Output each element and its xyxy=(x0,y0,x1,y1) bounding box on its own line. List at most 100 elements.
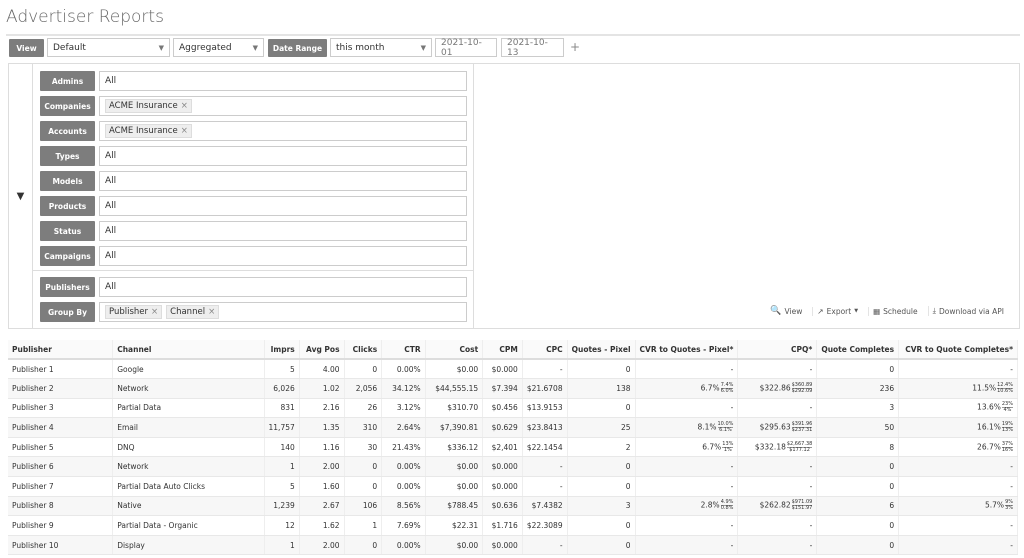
table-cell: Publisher 9 xyxy=(8,515,114,536)
filter-value: All xyxy=(105,226,117,236)
remove-tag-icon[interactable]: × xyxy=(208,307,215,317)
remove-tag-icon[interactable]: × xyxy=(181,126,188,136)
cell-value: - xyxy=(809,462,813,472)
table-row: Publisher 1 Google 5 4.00 0 0.00% $0.00 $0.000-… xyxy=(8,359,1018,380)
filter-input-models[interactable]: All xyxy=(99,171,467,191)
filter-input-campaigns[interactable]: All xyxy=(99,246,467,266)
table-cell: 11,757 xyxy=(264,417,300,438)
table-cell: Publisher 2 xyxy=(8,378,114,399)
filter-input-admins[interactable]: All xyxy=(99,71,467,91)
cell-value: - xyxy=(1010,364,1013,374)
filter-label: Publishers xyxy=(40,277,95,297)
cell-value: 26.7% xyxy=(977,442,1001,452)
remove-tag-icon[interactable]: × xyxy=(181,101,188,111)
table-cell: 7.69% xyxy=(381,515,426,536)
cell-value: - xyxy=(730,521,734,531)
cell-value: 8.1% xyxy=(697,422,717,432)
column-header[interactable]: Publisher xyxy=(8,340,114,360)
table-cell: 0 xyxy=(567,398,636,419)
start-date-input[interactable]: 2021-10-01 xyxy=(435,38,497,58)
table-cell: $310.70 xyxy=(425,398,484,419)
export-button[interactable]: ↗ Export ▼ xyxy=(812,306,862,316)
table-cell: - xyxy=(737,456,818,478)
cell-value: - xyxy=(730,364,734,374)
table-cell: 0 xyxy=(567,359,636,380)
date-range-select[interactable]: this month ▼ xyxy=(330,38,432,57)
chevron-down-icon: ▼ xyxy=(420,44,426,52)
filter-input-accounts[interactable]: ACME Insurance × xyxy=(99,121,467,141)
table-cell: 2.67 xyxy=(299,496,345,517)
table-cell: 8.1% 10.0% 6.1% xyxy=(635,417,739,438)
table-cell: 0 xyxy=(344,456,383,478)
filter-input-products[interactable]: All xyxy=(99,196,467,216)
table-cell: $0.000 xyxy=(482,476,523,497)
column-header[interactable]: CPC xyxy=(522,340,568,360)
column-header[interactable]: Channel xyxy=(112,340,265,360)
table-cell: - xyxy=(635,476,739,497)
column-header[interactable]: CPQ* xyxy=(737,340,818,360)
confidence-interval: $2,667.38 $177.12 xyxy=(786,441,813,453)
column-header[interactable]: CTR xyxy=(381,340,426,360)
table-cell: $22.31 xyxy=(425,515,484,536)
column-header[interactable]: CPM xyxy=(482,340,523,360)
table-cell: 6.7% 7.4% 6.0% xyxy=(635,378,739,399)
table-cell: - xyxy=(737,476,818,497)
view-report-button[interactable]: 🔍 View xyxy=(766,306,806,316)
table-row: Publisher 9 Partial Data - Organic 12 1.62 1… xyxy=(8,515,1018,536)
column-header[interactable]: Cost xyxy=(425,340,484,360)
download-icon: ⤓ xyxy=(932,306,936,315)
table-cell: $0.00 xyxy=(425,476,484,497)
confidence-interval: 4.9% 0.8% xyxy=(720,500,734,511)
filter-tag: Publisher × xyxy=(105,305,163,319)
filter-label: Accounts xyxy=(40,121,95,141)
table-cell: - xyxy=(635,359,739,380)
table-cell: $262.82 $971.09 $151.97 xyxy=(737,496,818,517)
cell-value: $332.18 xyxy=(754,442,786,452)
report-actions: 🔍 View ↗ Export ▼ ▦ Schedule ⤓ Download via A… xyxy=(766,306,1008,316)
table-cell: 1 xyxy=(344,515,383,536)
table-cell: Partial Data - Organic xyxy=(112,515,265,536)
table-cell: 34.12% xyxy=(381,378,426,399)
ci-lower: 10.6% xyxy=(997,387,1013,394)
column-header[interactable]: Clicks xyxy=(344,340,383,360)
column-header[interactable]: Avg Pos xyxy=(299,340,345,360)
filter-input-companies[interactable]: ACME Insurance × xyxy=(99,96,467,116)
remove-tag-icon[interactable]: × xyxy=(151,307,158,317)
column-header[interactable]: CVR to Quote Completes* xyxy=(898,340,1018,360)
table-cell: 0 xyxy=(344,535,383,556)
report-table: Publisher Channel Imprs Avg Pos Clicks CTR Cos… xyxy=(8,340,1018,556)
filter-input-status[interactable]: All xyxy=(99,221,467,241)
tag-label: ACME Insurance xyxy=(109,126,178,136)
download-api-button[interactable]: ⤓ Download via API xyxy=(927,306,1008,316)
mode-select[interactable]: Aggregated ▼ xyxy=(173,38,264,57)
column-header[interactable]: Quotes - Pixel xyxy=(567,340,636,360)
cell-value: - xyxy=(1010,521,1013,531)
view-select[interactable]: Default ▼ xyxy=(47,38,170,57)
filter-toggle[interactable]: ▼ xyxy=(9,64,33,328)
filter-input-publishers[interactable]: All xyxy=(99,277,467,297)
view-action-label: View xyxy=(784,306,803,316)
table-cell: $0.000 xyxy=(482,456,523,478)
confidence-interval: 23% 4% xyxy=(1001,402,1013,413)
table-cell: - xyxy=(635,535,739,556)
schedule-button[interactable]: ▦ Schedule xyxy=(868,306,922,316)
table-cell: $0.000 xyxy=(482,535,523,556)
end-date-input[interactable]: 2021-10-13 xyxy=(501,38,564,58)
table-cell: 3 xyxy=(816,398,900,419)
tag-label: Publisher xyxy=(109,307,149,317)
table-row: Publisher 6 Network 1 2.00 0 0.00% $0.00 $0.000… xyxy=(8,456,1018,478)
column-header[interactable]: Quote Completes xyxy=(816,340,900,360)
add-date-button[interactable]: + xyxy=(570,40,580,54)
table-cell: 310 xyxy=(344,417,383,438)
table-cell: - xyxy=(635,456,739,478)
table-cell: - xyxy=(635,515,739,536)
cell-value: 13.6% xyxy=(977,402,1001,412)
filter-input-types[interactable]: All xyxy=(99,146,467,166)
table-cell: 12 xyxy=(264,515,300,536)
cell-value: 2.8% xyxy=(700,500,720,510)
column-header[interactable]: Imprs xyxy=(264,340,300,360)
filter-input-group-by[interactable]: Publisher × Channel × xyxy=(99,302,467,322)
column-header[interactable]: CVR to Quotes - Pixel* xyxy=(635,340,739,360)
confidence-interval: 19% 13% xyxy=(1001,422,1013,433)
table-cell: 25 xyxy=(567,417,636,438)
